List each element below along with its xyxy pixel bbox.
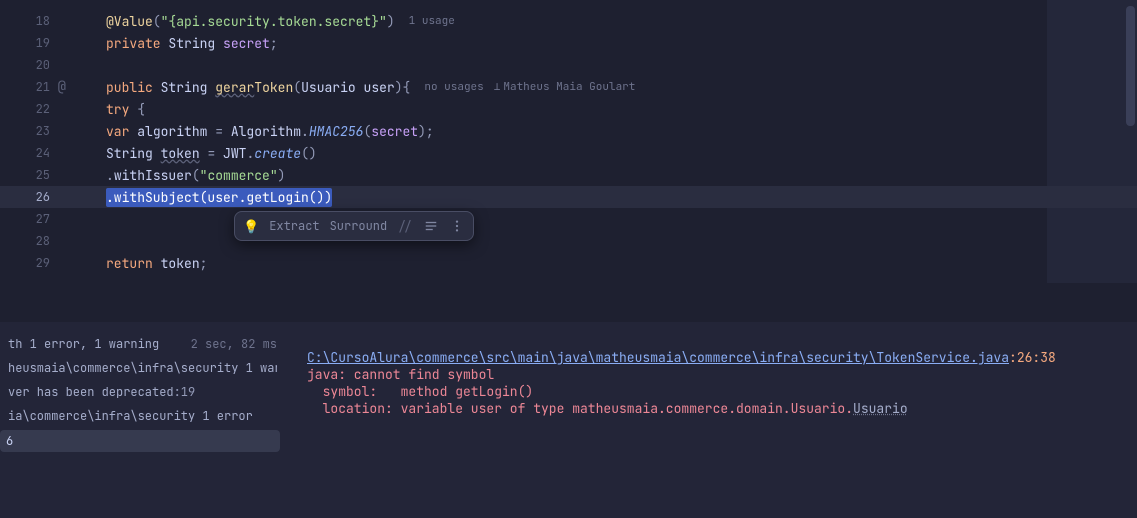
line-number[interactable]: 23 [0, 120, 70, 142]
error-file-link[interactable]: C:\CursoAlura\commerce\src\main\java\mat… [307, 349, 1009, 366]
build-item[interactable]: heusmaia\commerce\infra\security 1 warni… [0, 356, 285, 380]
annotate-icon[interactable]: @ [58, 78, 66, 96]
line-number[interactable]: 24 [0, 142, 70, 164]
bulb-icon[interactable]: 💡 [243, 218, 259, 235]
line-number[interactable]: 29 [0, 252, 70, 274]
error-message: java: cannot find symbol [307, 366, 494, 383]
scrollbar-thumb[interactable] [1126, 6, 1135, 126]
build-item[interactable]: ia\commerce\infra\security 1 error [0, 404, 285, 428]
build-time: 2 sec, 82 ms [191, 336, 277, 352]
error-detail: location: variable user of type matheusm… [307, 400, 853, 417]
intention-popup: 💡 Extract Surround // [234, 211, 474, 241]
build-tree[interactable]: th 1 error, 1 warning 2 sec, 82 ms heusm… [0, 322, 285, 518]
code-line[interactable]: @Value("{api.security.token.secret}")1 u… [70, 10, 1137, 32]
line-number[interactable]: 26 [0, 186, 70, 208]
usage-hint[interactable]: 1 usage [409, 14, 455, 28]
code-area[interactable]: @Value("{api.security.token.secret}")1 u… [70, 0, 1137, 283]
person-icon: ⊥ [494, 80, 501, 94]
code-line[interactable]: .withIssuer("commerce") [70, 164, 1137, 186]
build-item[interactable]: ver has been deprecated:19 [0, 380, 285, 404]
selected-text[interactable]: .withSubject(user.getLogin()) [106, 188, 332, 207]
gutter: 18 19 20 21@ 22 23 24 25 26 27 28 29 [0, 0, 70, 283]
more-icon[interactable] [449, 218, 465, 234]
build-output[interactable]: C:\CursoAlura\commerce\src\main\java\mat… [285, 322, 1137, 518]
code-line[interactable]: public String gerarToken(Usuario user){n… [70, 76, 1137, 98]
line-number[interactable]: 18 [0, 10, 70, 32]
extract-action[interactable]: Extract [269, 218, 319, 234]
reformat-icon[interactable] [423, 218, 439, 234]
line-number[interactable]: 21@ [0, 76, 70, 98]
line-number[interactable]: 27 [0, 208, 70, 230]
code-line[interactable] [70, 230, 1137, 252]
surround-action[interactable]: Surround [330, 218, 388, 234]
error-location: :26:38 [1009, 349, 1056, 366]
build-summary[interactable]: th 1 error, 1 warning 2 sec, 82 ms [0, 332, 285, 356]
line-number[interactable]: 28 [0, 230, 70, 252]
scrollbar-track[interactable] [1126, 6, 1135, 276]
line-number[interactable]: 20 [0, 54, 70, 76]
code-line[interactable]: var algorithm = Algorithm.HMAC256(secret… [70, 120, 1137, 142]
build-panel: th 1 error, 1 warning 2 sec, 82 ms heusm… [0, 322, 1137, 518]
line-number[interactable]: 22 [0, 98, 70, 120]
code-line[interactable]: .withSubject(user.getLogin()) [70, 186, 1137, 208]
author-hint[interactable]: ⊥Matheus Maia Goulart [494, 80, 636, 94]
code-line[interactable] [70, 208, 1137, 230]
code-line[interactable]: return token; [70, 252, 1137, 274]
code-line[interactable]: try { [70, 98, 1137, 120]
code-line[interactable] [70, 54, 1137, 76]
line-number[interactable]: 19 [0, 32, 70, 54]
build-filter-input[interactable] [0, 430, 280, 452]
usage-hint[interactable]: no usages [424, 80, 483, 94]
divider: // [397, 218, 413, 235]
error-detail: symbol: method getLogin() [307, 383, 533, 400]
type-link[interactable]: Usuario [853, 400, 908, 417]
editor-pane: 18 19 20 21@ 22 23 24 25 26 27 28 29 @Va… [0, 0, 1137, 283]
code-line[interactable]: private String secret; [70, 32, 1137, 54]
code-line[interactable]: String token = JWT.create() [70, 142, 1137, 164]
line-number[interactable]: 25 [0, 164, 70, 186]
